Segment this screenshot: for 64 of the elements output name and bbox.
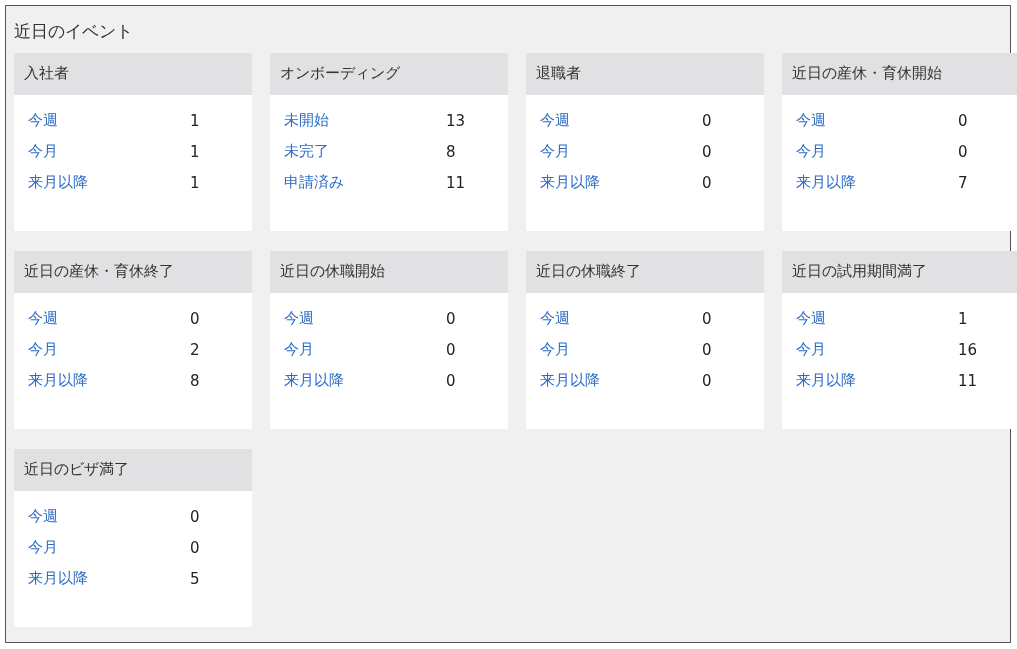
count-value: 11 xyxy=(958,371,978,390)
count-value: 8 xyxy=(190,371,200,390)
count-value: 0 xyxy=(702,111,712,130)
period-link[interactable]: 来月以降 xyxy=(796,371,958,390)
count-value: 8 xyxy=(446,142,456,161)
count-value: 13 xyxy=(446,111,466,130)
card-title: 近日の産休・育休終了 xyxy=(14,251,252,293)
count-value: 0 xyxy=(190,538,200,557)
card-title: 近日の休職開始 xyxy=(270,251,508,293)
period-link[interactable]: 今週 xyxy=(796,309,958,328)
count-value: 11 xyxy=(446,173,466,192)
count-value: 16 xyxy=(958,340,978,359)
period-link[interactable]: 未完了 xyxy=(284,142,446,161)
period-link[interactable]: 今月 xyxy=(796,340,958,359)
period-link[interactable]: 今月 xyxy=(28,142,190,161)
card-title: 近日の産休・育休開始 xyxy=(782,53,1017,95)
period-link[interactable]: 来月以降 xyxy=(28,371,190,390)
card-title: 近日の休職終了 xyxy=(526,251,764,293)
card-title: 入社者 xyxy=(14,53,252,95)
count-value: 0 xyxy=(702,309,712,328)
count-value: 0 xyxy=(958,142,968,161)
count-value: 5 xyxy=(190,569,200,588)
period-link[interactable]: 今週 xyxy=(540,111,702,130)
period-link[interactable]: 今週 xyxy=(540,309,702,328)
period-link[interactable]: 今週 xyxy=(28,309,190,328)
period-link[interactable]: 今月 xyxy=(28,340,190,359)
period-link[interactable]: 来月以降 xyxy=(540,371,702,390)
period-link[interactable]: 今月 xyxy=(284,340,446,359)
card-title: オンボーディング xyxy=(270,53,508,95)
count-value: 0 xyxy=(190,309,200,328)
period-link[interactable]: 今週 xyxy=(796,111,958,130)
period-link[interactable]: 来月以降 xyxy=(796,173,958,192)
count-value: 1 xyxy=(190,173,200,192)
count-value: 1 xyxy=(190,111,200,130)
period-link[interactable]: 今月 xyxy=(796,142,958,161)
count-value: 0 xyxy=(446,340,456,359)
period-link[interactable]: 来月以降 xyxy=(540,173,702,192)
count-value: 0 xyxy=(702,371,712,390)
card-title: 退職者 xyxy=(526,53,764,95)
period-link[interactable]: 今週 xyxy=(28,111,190,130)
count-value: 0 xyxy=(702,173,712,192)
period-link[interactable]: 来月以降 xyxy=(28,173,190,192)
period-link[interactable]: 今週 xyxy=(28,507,190,526)
period-link[interactable]: 今月 xyxy=(540,340,702,359)
count-value: 0 xyxy=(702,142,712,161)
count-value: 0 xyxy=(446,309,456,328)
period-link[interactable]: 来月以降 xyxy=(284,371,446,390)
period-link[interactable]: 申請済み xyxy=(284,173,446,192)
period-link[interactable]: 今月 xyxy=(28,538,190,557)
period-link[interactable]: 今月 xyxy=(540,142,702,161)
section-title: 近日のイベント xyxy=(14,20,134,43)
period-link[interactable]: 今週 xyxy=(284,309,446,328)
count-value: 7 xyxy=(958,173,968,192)
card-title: 近日の試用期間満了 xyxy=(782,251,1017,293)
count-value: 2 xyxy=(190,340,200,359)
period-link[interactable]: 未開始 xyxy=(284,111,446,130)
period-link[interactable]: 来月以降 xyxy=(28,569,190,588)
count-value: 0 xyxy=(702,340,712,359)
count-value: 1 xyxy=(958,309,968,328)
count-value: 0 xyxy=(446,371,456,390)
count-value: 0 xyxy=(190,507,200,526)
card-title: 近日のビザ満了 xyxy=(14,449,252,491)
count-value: 0 xyxy=(958,111,968,130)
count-value: 1 xyxy=(190,142,200,161)
